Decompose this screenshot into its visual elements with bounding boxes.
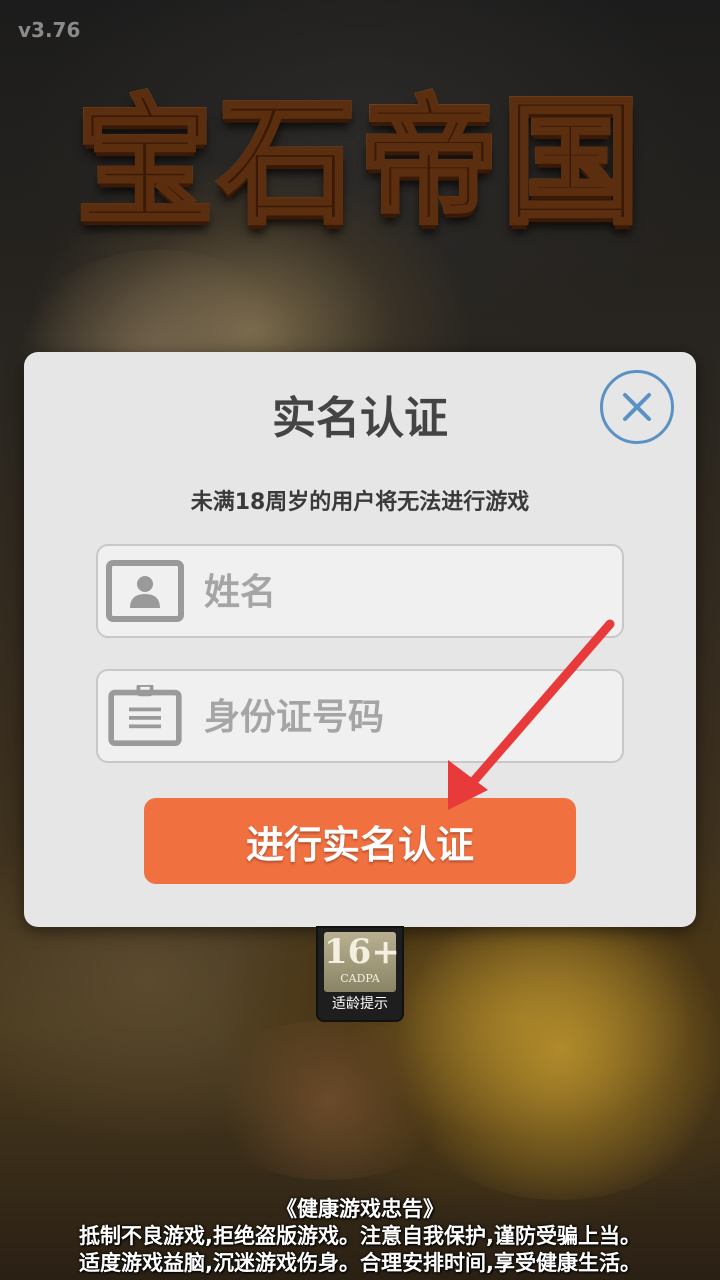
- rating-box: 16+ CADPA: [324, 932, 400, 992]
- age-warning-text: 未满18周岁的用户将无法进行游戏: [190, 490, 530, 515]
- health-notice: 《健康游戏忠告》 抵制不良游戏,拒绝盗版游戏。注意自我保护,谨防受骗上当。 适度…: [0, 1196, 720, 1277]
- rating-org: CADPA: [340, 972, 380, 985]
- age-rating: 16+: [324, 932, 400, 972]
- id-number-field: [96, 669, 624, 763]
- person-card-icon: [106, 560, 184, 622]
- id-badge-icon: [108, 685, 182, 747]
- game-login-screen: v3.76 宝石帝国 实名认证 未满18周岁的用户将无法进行游戏 姓名 身份证号…: [0, 0, 720, 1280]
- health-notice-line2: 适度游戏益脑,沉迷游戏伤身。合理安排时间,享受健康生活。: [79, 1251, 641, 1275]
- dialog-title: 实名认证: [272, 393, 448, 444]
- verify-button[interactable]: 进行实名认证: [144, 798, 576, 884]
- age-tip: 适龄提示: [332, 996, 388, 1012]
- game-logo: 宝石帝国: [40, 78, 680, 248]
- real-name-dialog: 实名认证 未满18周岁的用户将无法进行游戏 姓名 身份证号码 进行实名认证: [24, 352, 696, 927]
- close-button[interactable]: [600, 370, 674, 444]
- close-icon: [623, 393, 651, 421]
- health-notice-line1: 抵制不良游戏,拒绝盗版游戏。注意自我保护,谨防受骗上当。: [79, 1224, 641, 1248]
- health-notice-title: 《健康游戏忠告》: [276, 1197, 444, 1221]
- background-lamp: [200, 1020, 460, 1180]
- id-number-input[interactable]: [202, 681, 606, 753]
- name-field: [96, 544, 624, 638]
- name-input[interactable]: [202, 556, 606, 628]
- version-label: v3.76: [18, 18, 81, 42]
- age-rating-badge: 16+ CADPA 适龄提示: [316, 926, 404, 1022]
